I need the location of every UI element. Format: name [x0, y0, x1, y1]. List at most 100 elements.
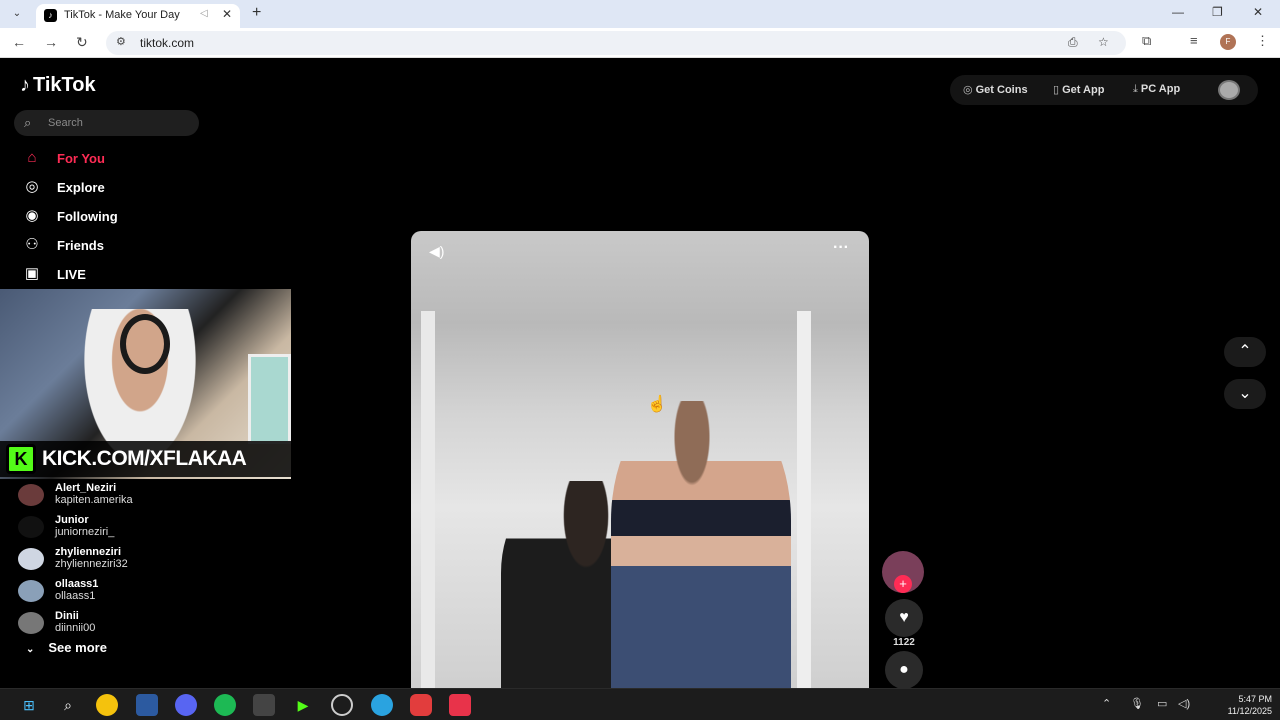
following-account[interactable]: Junior juniorneziri_ — [18, 514, 218, 542]
more-options-icon[interactable]: ··· — [833, 239, 849, 257]
user-avatar[interactable] — [1218, 80, 1240, 100]
get-coins-label: Get Coins — [975, 84, 1028, 96]
browser-tab-strip: ⌄ ♪ TikTok - Make Your Day ◁ ✕ + — ❐ ✕ — [0, 0, 1280, 28]
pc-app-label: PC App — [1140, 83, 1181, 95]
following-account[interactable]: zhylienneziri zhylienneziri32 — [18, 546, 218, 574]
account-name: Junior — [55, 514, 89, 526]
window-close-icon[interactable]: ✕ — [1253, 5, 1263, 19]
back-icon[interactable]: ← — [12, 34, 26, 50]
pc-app-button[interactable]: ⤓ PC App — [1133, 83, 1180, 96]
volume-icon[interactable]: ◀) — [429, 243, 444, 260]
hand-cursor-icon: ☝ — [647, 396, 667, 413]
nav-for-you[interactable]: ⌂ For You — [20, 146, 200, 170]
new-tab-icon[interactable]: + — [252, 4, 261, 22]
previous-video-button[interactable]: ⌃ — [1224, 337, 1266, 367]
bookmark-star-icon[interactable]: ☆ — [1098, 35, 1109, 49]
volume-tray-icon[interactable]: ◁) — [1178, 697, 1190, 710]
tab-title: TikTok - Make Your Day — [64, 9, 180, 21]
nav-following[interactable]: ◉ Following — [20, 204, 200, 228]
video-player[interactable]: ◀) ··· ☝ — [411, 231, 869, 688]
tab-close-icon[interactable]: ✕ — [222, 7, 232, 21]
nav-label: Explore — [57, 179, 105, 195]
address-bar[interactable]: ⚙ tiktok.com ⎙ ☆ — [106, 31, 1126, 55]
tiktok-logo[interactable]: ♪ TikTok — [20, 74, 96, 97]
url-text[interactable]: tiktok.com — [140, 36, 194, 50]
kick-app-icon[interactable]: ▶ — [292, 694, 314, 716]
see-more-button[interactable]: ⌄ See more — [26, 640, 107, 655]
account-handle: diinnii00 — [55, 622, 96, 634]
following-account[interactable]: ollaass1 ollaass1 — [18, 578, 218, 606]
media-controls-icon[interactable]: ≡ — [1190, 33, 1198, 48]
phone-icon: ▯ — [1053, 84, 1060, 96]
tab-mute-icon[interactable]: ◁ — [200, 8, 208, 19]
account-name: Dinii — [55, 610, 79, 622]
following-icon: ◉ — [25, 207, 39, 224]
account-name: Alert_Neziri — [55, 482, 117, 494]
nav-label: LIVE — [57, 266, 86, 282]
tiktok-note-icon: ♪ — [20, 74, 30, 96]
minimize-icon[interactable]: — — [1172, 5, 1184, 19]
chevron-down-icon: ⌄ — [26, 644, 35, 655]
reload-icon[interactable]: ↻ — [76, 34, 88, 51]
system-clock[interactable]: 5:47 PM 11/12/2025 — [1200, 693, 1272, 717]
chevron-up-icon: ⌃ — [1238, 343, 1252, 360]
network-icon[interactable]: ▭ — [1157, 697, 1167, 710]
windows-start-icon[interactable]: ⊞ — [18, 694, 40, 716]
obs-icon[interactable] — [331, 694, 353, 716]
spotify-icon[interactable] — [214, 694, 236, 716]
chevron-down-icon: ⌄ — [1238, 385, 1252, 402]
tiktok-page: ♪TikTok ⌕ ⌂ For You ◎ Explore ◉ Followin… — [0, 58, 1280, 688]
get-coins-button[interactable]: ◎ Get Coins — [963, 83, 1028, 96]
profile-avatar[interactable]: F — [1220, 34, 1236, 50]
tab-search-icon[interactable]: ⌄ — [8, 6, 26, 22]
kick-banner: K KICK.COM/XFLAKAA — [0, 441, 291, 477]
install-app-icon[interactable]: ⎙ — [1068, 35, 1078, 50]
app-icon[interactable] — [136, 694, 158, 716]
get-app-label: Get App — [1062, 84, 1105, 96]
next-video-button[interactable]: ⌄ — [1224, 379, 1266, 409]
microphone-icon[interactable]: 🎙 — [1130, 697, 1144, 710]
tray-overflow-icon[interactable]: ⌃ — [1102, 697, 1111, 710]
account-handle: juniorneziri_ — [55, 526, 115, 538]
nav-friends[interactable]: ⚇ Friends — [20, 233, 200, 257]
extensions-icon[interactable]: ⧉ — [1142, 33, 1151, 49]
telegram-icon[interactable] — [371, 694, 393, 716]
follow-plus-icon[interactable]: + — [894, 575, 912, 593]
taskbar-search-icon[interactable]: ⌕ — [57, 694, 79, 716]
comment-button[interactable]: ● — [885, 651, 923, 688]
browser-tab[interactable]: ♪ TikTok - Make Your Day ◁ ✕ — [36, 4, 240, 28]
clock-date: 11/12/2025 — [1227, 706, 1272, 716]
like-count: 1122 — [893, 637, 915, 648]
taskbar: ⊞ ⌕ ▶ ⌃ 🎙 ▭ ◁) 5:47 PM 11/12/2025 — [0, 688, 1280, 720]
chrome-icon[interactable] — [96, 694, 118, 716]
following-account[interactable]: Dinii diinnii00 — [18, 610, 218, 638]
download-icon: ⤓ — [1133, 83, 1138, 95]
webcam-headset — [120, 314, 170, 374]
kick-logo-icon: K — [6, 444, 36, 474]
tiktok-favicon-icon: ♪ — [44, 9, 57, 22]
search-icon[interactable]: ⌕ — [24, 115, 31, 131]
discord-icon[interactable] — [175, 694, 197, 716]
app-red-icon[interactable] — [410, 694, 432, 716]
get-app-button[interactable]: ▯ Get App — [1053, 83, 1104, 96]
site-info-icon[interactable]: ⚙ — [116, 35, 126, 48]
restore-icon[interactable]: ❐ — [1212, 5, 1223, 19]
avatar — [18, 484, 44, 506]
video-subject — [611, 401, 791, 688]
like-button[interactable]: ♥ — [885, 599, 923, 637]
chrome-active-icon[interactable] — [253, 694, 275, 716]
search-box[interactable]: ⌕ — [14, 110, 199, 136]
top-actions: ◎ Get Coins ▯ Get App ⤓ PC App — [950, 75, 1258, 105]
logo-text: TikTok — [33, 74, 96, 96]
browser-menu-icon[interactable]: ⋮ — [1256, 33, 1269, 49]
live-icon: ▣ — [24, 265, 40, 282]
heart-icon: ♥ — [899, 609, 909, 626]
home-icon: ⌂ — [27, 149, 37, 166]
nav-explore[interactable]: ◎ Explore — [20, 175, 200, 199]
search-input[interactable] — [48, 110, 188, 136]
account-handle: kapiten.amerika — [55, 494, 133, 506]
app-pocket-icon[interactable] — [449, 694, 471, 716]
forward-icon[interactable]: → — [44, 34, 58, 50]
nav-live[interactable]: ▣ LIVE — [20, 262, 200, 286]
following-account[interactable]: Alert_Neziri kapiten.amerika — [18, 482, 218, 510]
